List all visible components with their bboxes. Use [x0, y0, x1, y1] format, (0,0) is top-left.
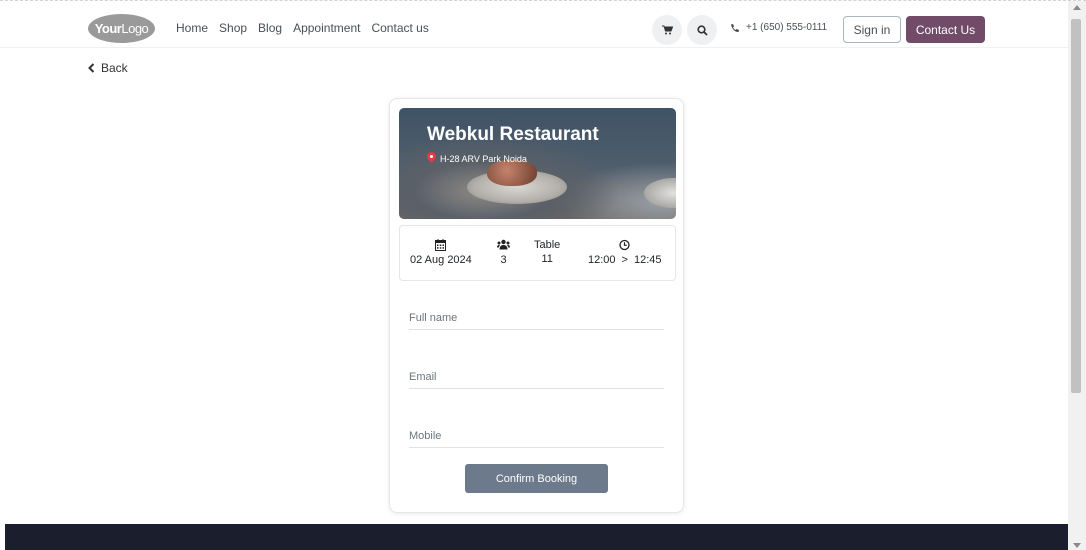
booking-table: Table 11 — [534, 239, 560, 265]
back-label: Back — [101, 61, 128, 75]
mobile-field[interactable] — [409, 424, 664, 448]
phone-link[interactable]: +1 (650) 555-0111 — [730, 22, 827, 33]
users-icon — [497, 239, 510, 250]
email-field[interactable] — [409, 365, 664, 389]
full-name-input[interactable] — [409, 306, 664, 329]
clock-icon — [619, 239, 630, 251]
table-number: 11 — [541, 253, 553, 265]
logo-bold-text: Your — [94, 21, 122, 36]
confirm-booking-button[interactable]: Confirm Booking — [465, 464, 608, 493]
scroll-down-icon[interactable] — [1073, 543, 1081, 548]
search-button[interactable] — [687, 15, 717, 45]
restaurant-address: H-28 ARV Park Noida — [427, 152, 527, 165]
booking-card: Webkul Restaurant H-28 ARV Park Noida 02… — [389, 98, 684, 513]
cart-icon — [661, 25, 673, 35]
nav-shop[interactable]: Shop — [219, 21, 247, 35]
email-input[interactable] — [409, 365, 664, 388]
time-end: 12:45 — [633, 254, 662, 266]
guests-value: 3 — [500, 254, 507, 266]
main-nav: Home Shop Blog Appointment Contact us — [176, 21, 429, 35]
calendar-icon — [435, 239, 447, 251]
table-label: Table — [534, 239, 561, 251]
cart-button[interactable] — [652, 15, 682, 45]
nav-contact-us[interactable]: Contact us — [371, 21, 428, 35]
site-footer — [5, 524, 1068, 550]
restaurant-name: Webkul Restaurant — [427, 124, 599, 145]
sign-in-button[interactable]: Sign in — [843, 16, 901, 43]
back-link[interactable]: Back — [88, 61, 128, 75]
phone-number: +1 (650) 555-0111 — [746, 22, 828, 33]
full-name-field[interactable] — [409, 306, 664, 330]
nav-appointment[interactable]: Appointment — [293, 21, 360, 35]
booking-summary: 02 Aug 2024 3 Table 11 12:00 > 12:45 — [399, 225, 676, 281]
scrollbar[interactable] — [1068, 1, 1086, 550]
site-header: Your Logo Home Shop Blog Appointment Cont… — [0, 1, 1068, 48]
nav-blog[interactable]: Blog — [258, 21, 282, 35]
nav-home[interactable]: Home — [176, 21, 208, 35]
contact-us-button[interactable]: Contact Us — [906, 16, 985, 43]
chevron-left-icon — [88, 63, 95, 73]
mobile-input[interactable] — [409, 424, 664, 447]
location-pin-icon — [427, 152, 436, 165]
time-separator: > — [621, 254, 628, 266]
booking-guests: 3 — [497, 238, 510, 266]
time-start: 12:00 — [588, 254, 616, 266]
address-text: H-28 ARV Park Noida — [440, 153, 527, 164]
scrollbar-thumb[interactable] — [1071, 19, 1081, 393]
time-range: 12:00 > 12:45 — [588, 254, 662, 266]
restaurant-banner: Webkul Restaurant H-28 ARV Park Noida — [399, 108, 676, 219]
phone-icon — [731, 23, 739, 32]
search-icon — [696, 24, 708, 36]
date-value: 02 Aug 2024 — [410, 254, 472, 266]
booking-date: 02 Aug 2024 — [410, 238, 472, 266]
logo[interactable]: Your Logo — [88, 14, 155, 43]
logo-light-text: Logo — [121, 21, 149, 36]
banner-plate-2 — [644, 178, 676, 208]
booking-time: 12:00 > 12:45 — [588, 238, 662, 266]
scroll-up-icon[interactable] — [1073, 5, 1081, 10]
